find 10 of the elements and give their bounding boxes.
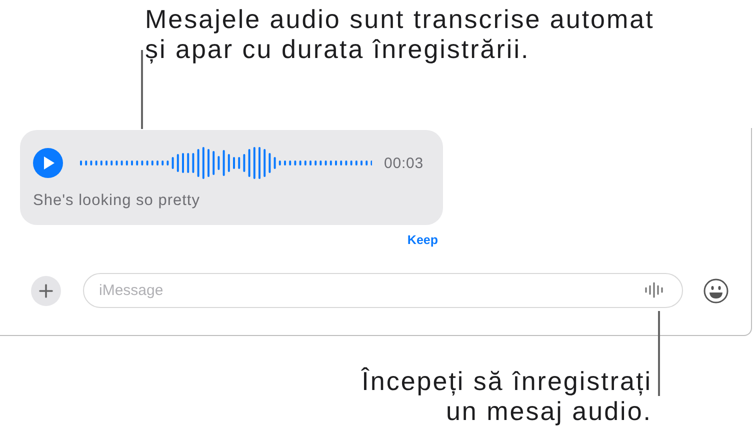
message-field[interactable]: iMessage	[83, 273, 683, 308]
transcript-text: She's looking so pretty	[33, 192, 201, 210]
emoji-icon[interactable]	[703, 278, 729, 304]
keep-link[interactable]: Keep	[407, 233, 438, 247]
add-button[interactable]	[31, 276, 61, 306]
plus-icon	[39, 284, 53, 298]
play-button[interactable]	[33, 148, 63, 178]
callout-text: Începeți să înregistrați un mesaj audio.	[362, 366, 652, 426]
duration-label: 00:03	[384, 154, 424, 172]
callout-text: Mesajele audio sunt transcrise automat și apar cu durata înregistrării.	[145, 4, 654, 64]
